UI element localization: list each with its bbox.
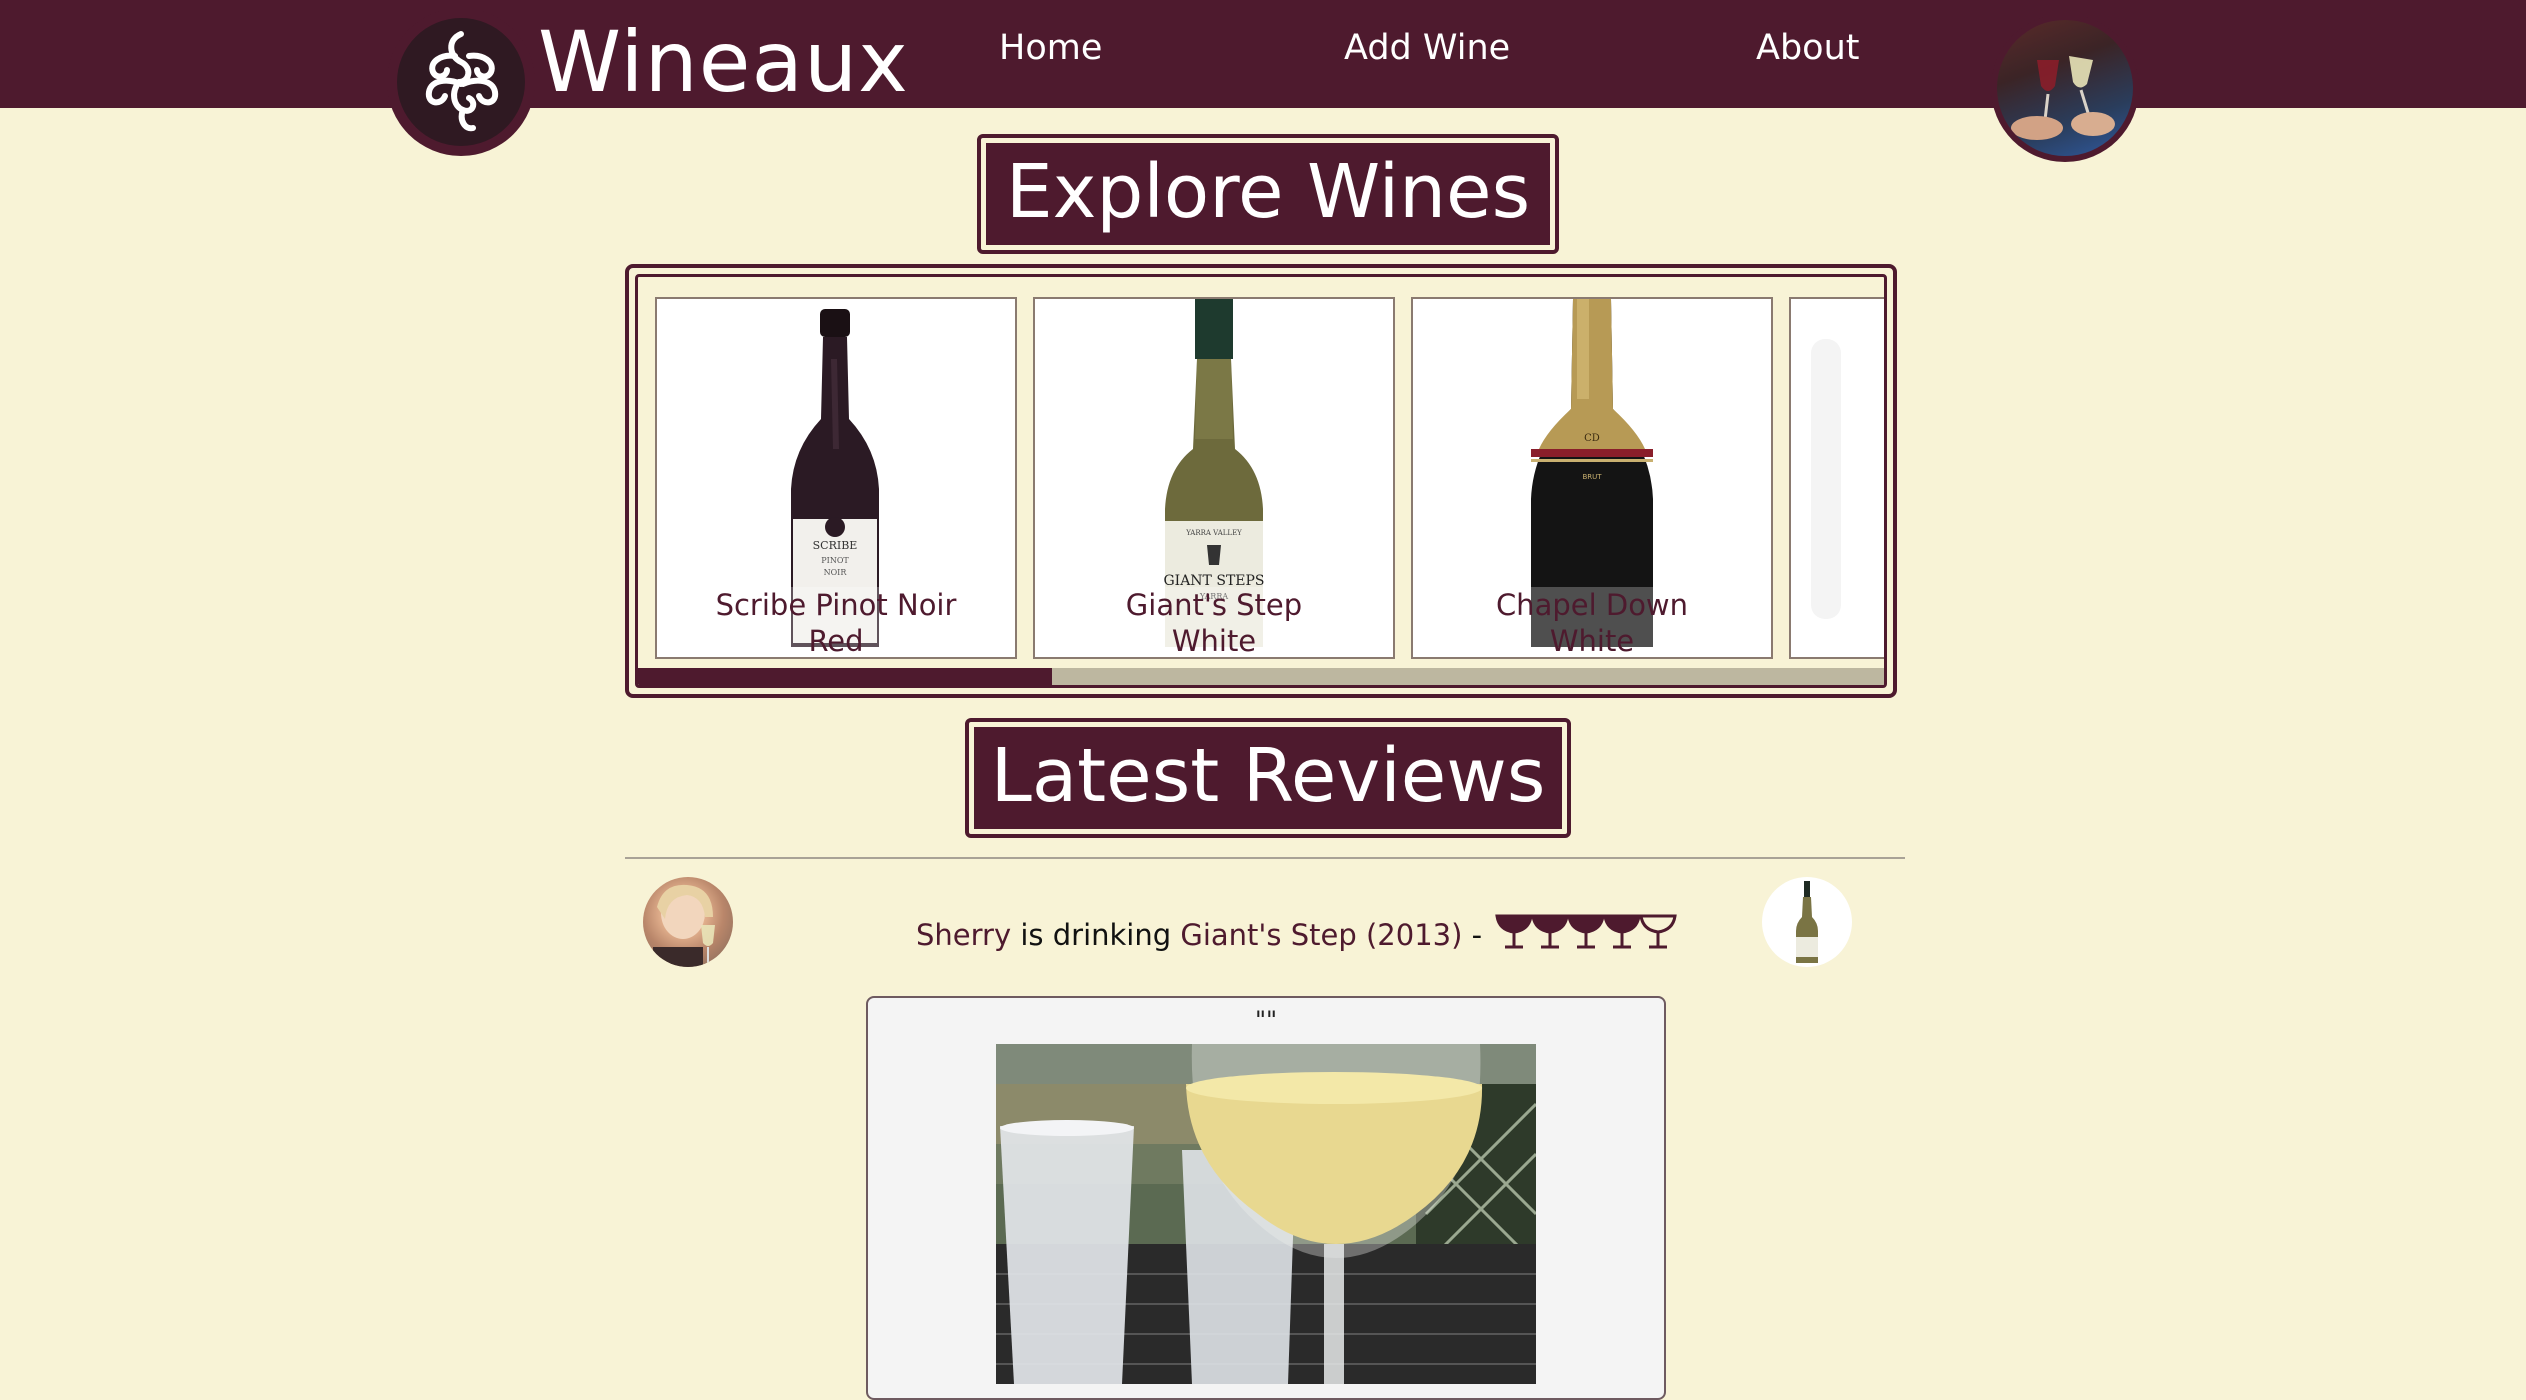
wine-glass-rating: [1495, 912, 1679, 962]
wine-card-label: Chapel Down White: [1413, 587, 1771, 658]
wine-name: Scribe Pinot Noir: [715, 588, 957, 622]
swirl-logo-icon: [397, 18, 525, 146]
reviewed-wine-link[interactable]: Giant's Step (2013): [1180, 918, 1462, 952]
section-divider: [625, 857, 1905, 859]
wine-card-giants-step[interactable]: YARRA VALLEY GIANT STEPS YARRA Giant's S…: [1033, 297, 1395, 659]
wine-type: Red: [808, 624, 864, 658]
wine-name: Chapel Down: [1495, 588, 1689, 622]
reviewer-avatar[interactable]: [643, 877, 733, 967]
svg-text:CD: CD: [1584, 433, 1600, 444]
wine-carousel-viewport[interactable]: SCRIBE PINOT NOIR Scribe Pinot Noir Red …: [635, 274, 1887, 688]
nav-about-link[interactable]: About: [1756, 28, 1859, 68]
svg-text:BRUT: BRUT: [1582, 473, 1602, 481]
svg-text:SCRIBE: SCRIBE: [813, 539, 858, 552]
wine-card-label: Scribe Pinot Noir Red: [657, 587, 1015, 658]
wine-glass-icon: [1531, 914, 1570, 949]
carousel-scrollbar-thumb[interactable]: [638, 668, 1052, 685]
svg-text:PINOT: PINOT: [821, 556, 849, 565]
site-logo[interactable]: [387, 8, 535, 156]
wine-name: Giant's Step: [1125, 588, 1303, 622]
carousel-scrollbar[interactable]: [638, 668, 1884, 685]
wine-type: White: [1549, 624, 1635, 658]
wine-glass-icon: [1567, 914, 1606, 949]
nav-home-link[interactable]: Home: [999, 28, 1102, 68]
review-text: "": [1254, 1006, 1278, 1034]
reviewed-wine-thumbnail[interactable]: [1762, 877, 1852, 967]
explore-wines-heading: Explore Wines: [977, 134, 1559, 254]
top-navbar: Home Add Wine About: [0, 0, 2526, 108]
wine-glass-icon: [1639, 914, 1678, 949]
wine-glass-icon: [1495, 914, 1534, 949]
latest-reviews-heading: Latest Reviews: [965, 718, 1571, 838]
review-photo[interactable]: [996, 1044, 1536, 1384]
wine-card-partial[interactable]: [1789, 297, 1884, 659]
svg-text:NOIR: NOIR: [824, 568, 848, 577]
wine-card-label: Giant's Step White: [1035, 587, 1393, 658]
brand-name[interactable]: Wineaux: [538, 8, 909, 116]
partial-bottle-image: [1811, 339, 1841, 619]
profile-avatar[interactable]: [1991, 14, 2139, 162]
wine-type: White: [1171, 624, 1257, 658]
review-dash: -: [1462, 918, 1483, 952]
review-summary: Sherry is drinking Giant's Step (2013) -: [916, 912, 1679, 962]
wine-card-scribe[interactable]: SCRIBE PINOT NOIR Scribe Pinot Noir Red: [655, 297, 1017, 659]
profile-photo: [1997, 20, 2133, 156]
nav-add-wine-link[interactable]: Add Wine: [1344, 28, 1510, 68]
explore-wines-title: Explore Wines: [986, 143, 1550, 245]
review-verb: is drinking: [1011, 918, 1181, 952]
latest-reviews-title: Latest Reviews: [974, 727, 1562, 829]
wine-card-chapel-down[interactable]: CD BRUT Chapel Down White: [1411, 297, 1773, 659]
review-card: "": [866, 996, 1666, 1400]
wine-carousel: SCRIBE PINOT NOIR Scribe Pinot Noir Red …: [625, 264, 1897, 698]
wine-glass-icon: [1603, 914, 1642, 949]
reviewer-name-link[interactable]: Sherry: [916, 918, 1011, 952]
svg-text:YARRA VALLEY: YARRA VALLEY: [1185, 529, 1242, 537]
